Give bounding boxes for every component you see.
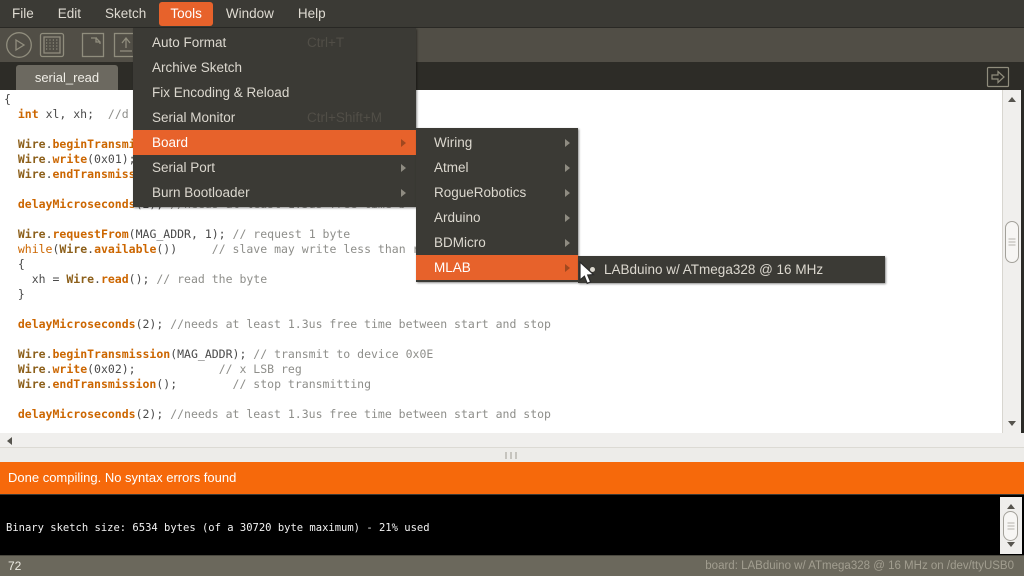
menu-item-label: Fix Encoding & Reload	[152, 85, 289, 100]
board-menu-item-bdmicro[interactable]: BDMicro	[416, 230, 578, 255]
code-line: delayMicroseconds(2); //needs at least 1…	[4, 407, 1002, 422]
menu-item-label: Serial Port	[152, 160, 215, 175]
board-menu-item-mlab[interactable]: MLAB	[416, 255, 578, 280]
console-text: Binary sketch size: 6534 bytes (of a 307…	[6, 522, 430, 534]
scroll-left-icon[interactable]	[7, 437, 12, 445]
menu-shortcut: Ctrl+Shift+M	[307, 105, 382, 130]
menu-item-label: Arduino	[434, 210, 481, 225]
submenu-arrow-icon	[565, 264, 570, 272]
menu-item-label: RogueRobotics	[434, 185, 526, 200]
new-sketch-icon[interactable]	[78, 30, 108, 60]
thumb-grip	[1009, 239, 1016, 246]
tools-menu-item-fix-encoding-reload[interactable]: Fix Encoding & Reload	[133, 80, 416, 105]
menubar-item-sketch[interactable]: Sketch	[94, 2, 157, 26]
board-info-text: board: LABduino w/ ATmega328 @ 16 MHz on…	[705, 560, 1014, 572]
tools-menu-item-auto-format[interactable]: Auto Format Ctrl+T	[133, 30, 416, 55]
menu-item-label: BDMicro	[434, 235, 486, 250]
submenu-arrow-icon	[565, 214, 570, 222]
code-line	[4, 302, 1002, 317]
menu-item-label: Archive Sketch	[152, 60, 242, 75]
submenu-arrow-icon	[565, 189, 570, 197]
menubar: FileEditSketchToolsWindowHelp	[0, 0, 1024, 28]
menubar-item-help[interactable]: Help	[287, 2, 337, 26]
scroll-up-icon[interactable]	[1008, 97, 1016, 102]
submenu-arrow-icon	[401, 139, 406, 147]
code-line: Wire.endTransmission(); // stop transmit…	[4, 377, 1002, 392]
board-menu-item-wiring[interactable]: Wiring	[416, 130, 578, 155]
menu-shortcut: Ctrl+T	[307, 30, 344, 55]
board-menu-item-arduino[interactable]: Arduino	[416, 205, 578, 230]
menubar-item-file[interactable]: File	[1, 2, 45, 26]
submenu-arrow-icon	[565, 239, 570, 247]
mouse-cursor	[578, 261, 596, 292]
code-line: Wire.beginTransmission(MAG_ADDR); // tra…	[4, 347, 1002, 362]
board-submenu: Wiring Atmel RogueRobotics Arduino BDMicro ML…	[416, 128, 578, 282]
menubar-item-window[interactable]: Window	[215, 2, 285, 26]
tools-menu-item-burn-bootloader[interactable]: Burn Bootloader	[133, 180, 416, 205]
tools-menu-item-archive-sketch[interactable]: Archive Sketch	[133, 55, 416, 80]
tab-menu-icon[interactable]	[986, 66, 1010, 88]
mlab-submenu: LABduino w/ ATmega328 @ 16 MHz	[578, 256, 885, 283]
board-menu-item-atmel[interactable]: Atmel	[416, 155, 578, 180]
menu-item-label: Serial Monitor	[152, 110, 235, 125]
splitter-grip-icon[interactable]	[505, 452, 519, 459]
code-line: delayMicroseconds(2); //needs at least 1…	[4, 317, 1002, 332]
scroll-up-icon[interactable]	[1007, 504, 1015, 509]
menu-item-label: Auto Format	[152, 35, 226, 50]
menu-item-label: LABduino w/ ATmega328 @ 16 MHz	[604, 262, 823, 277]
code-line: Wire.write(0x02); // x LSB reg	[4, 362, 1002, 377]
status-message-bar: Done compiling. No syntax errors found	[0, 462, 1024, 494]
stop-icon[interactable]	[37, 30, 67, 60]
submenu-arrow-icon	[565, 164, 570, 172]
editor-horizontal-scrollbar[interactable]	[0, 433, 1024, 447]
submenu-arrow-icon	[401, 164, 406, 172]
tools-menu-item-serial-monitor[interactable]: Serial Monitor Ctrl+Shift+M	[133, 105, 416, 130]
submenu-arrow-icon	[565, 139, 570, 147]
board-menu-item-roguerobotics[interactable]: RogueRobotics	[416, 180, 578, 205]
arduino-ide-window: FileEditSketchToolsWindowHelp	[0, 0, 1024, 576]
scroll-down-icon[interactable]	[1007, 542, 1015, 547]
tools-menu: Auto Format Ctrl+T Archive Sketch Fix Encod…	[133, 28, 416, 207]
current-line-number: 72	[8, 559, 21, 573]
bottom-statusbar: 72 board: LABduino w/ ATmega328 @ 16 MHz…	[0, 555, 1024, 576]
console-splitter[interactable]	[0, 447, 1024, 462]
code-line	[4, 392, 1002, 407]
mlab-menu-item-labduino-w-atmega328-16-mhz[interactable]: LABduino w/ ATmega328 @ 16 MHz	[578, 258, 885, 281]
tab-serial-read[interactable]: serial_read	[16, 65, 118, 90]
menu-item-label: Wiring	[434, 135, 472, 150]
menu-item-label: Burn Bootloader	[152, 185, 250, 200]
menu-item-label: MLAB	[434, 260, 471, 275]
tools-menu-item-board[interactable]: Board	[133, 130, 416, 155]
editor-vertical-scrollbar[interactable]	[1002, 90, 1021, 433]
menu-item-label: Atmel	[434, 160, 469, 175]
verify-icon[interactable]	[4, 30, 34, 60]
menu-item-label: Board	[152, 135, 188, 150]
submenu-arrow-icon	[401, 189, 406, 197]
menubar-item-edit[interactable]: Edit	[47, 2, 92, 26]
console-scrollbar[interactable]	[1000, 497, 1022, 554]
console-output: Binary sketch size: 6534 bytes (of a 307…	[0, 494, 1024, 555]
tools-menu-item-serial-port[interactable]: Serial Port	[133, 155, 416, 180]
code-line	[4, 332, 1002, 347]
thumb-grip	[1007, 523, 1014, 530]
scroll-down-icon[interactable]	[1008, 421, 1016, 426]
scrollbar-thumb[interactable]	[1005, 221, 1019, 263]
code-line: }	[4, 287, 1002, 302]
menubar-item-tools[interactable]: Tools	[159, 2, 213, 26]
scrollbar-thumb[interactable]	[1003, 511, 1018, 541]
